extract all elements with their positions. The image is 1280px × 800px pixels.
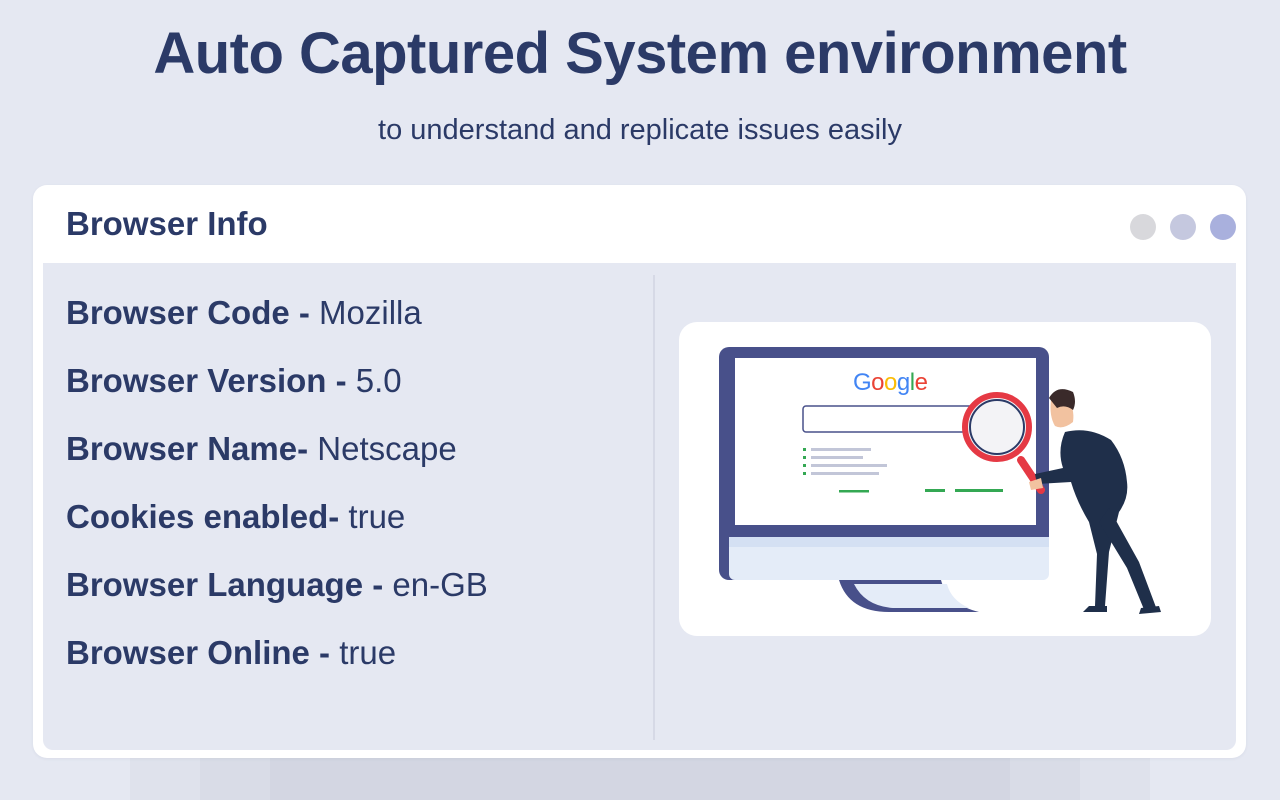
info-row-browser-version: Browser Version - 5.0 (66, 359, 488, 403)
info-value: true (348, 498, 406, 535)
info-value: Netscape (317, 430, 457, 467)
illustration-card: Google (679, 322, 1211, 636)
search-box-icon (802, 405, 980, 433)
info-row-browser-name: Browser Name- Netscape (66, 427, 488, 471)
window-dot-gray[interactable] (1130, 214, 1156, 240)
window-body: Browser Code - Mozilla Browser Version -… (43, 263, 1236, 750)
google-logo: Google (853, 369, 928, 396)
info-label: Cookies enabled- (66, 498, 349, 535)
info-label: Browser Version - (66, 362, 356, 399)
info-label: Browser Language - (66, 566, 393, 603)
page-subtitle: to understand and replicate issues easil… (378, 114, 902, 146)
browser-info-window: Browser Info Browser Code - Mozilla Brow… (33, 185, 1246, 758)
column-divider (653, 275, 655, 740)
info-row-cookies-enabled: Cookies enabled- true (66, 495, 488, 539)
window-dot-blue[interactable] (1210, 214, 1236, 240)
info-value: true (339, 634, 397, 671)
search-illustration (719, 347, 1161, 614)
page-title: Auto Captured System environment (153, 21, 1127, 86)
window-controls (1130, 214, 1236, 240)
info-label: Browser Online - (66, 634, 340, 671)
info-value: Mozilla (319, 294, 422, 331)
info-value: en-GB (392, 566, 488, 603)
browser-info-list: Browser Code - Mozilla Browser Version -… (66, 291, 488, 699)
info-row-browser-online: Browser Online - true (66, 631, 488, 675)
window-title: Browser Info (66, 205, 268, 242)
info-row-browser-language: Browser Language - en-GB (66, 563, 488, 607)
info-row-browser-code: Browser Code - Mozilla (66, 291, 488, 335)
window-dot-light-blue[interactable] (1170, 214, 1196, 240)
info-label: Browser Name- (66, 430, 318, 467)
magnifying-glass-icon (962, 392, 1032, 462)
info-label: Browser Code - (66, 294, 320, 331)
info-value: 5.0 (355, 362, 402, 399)
